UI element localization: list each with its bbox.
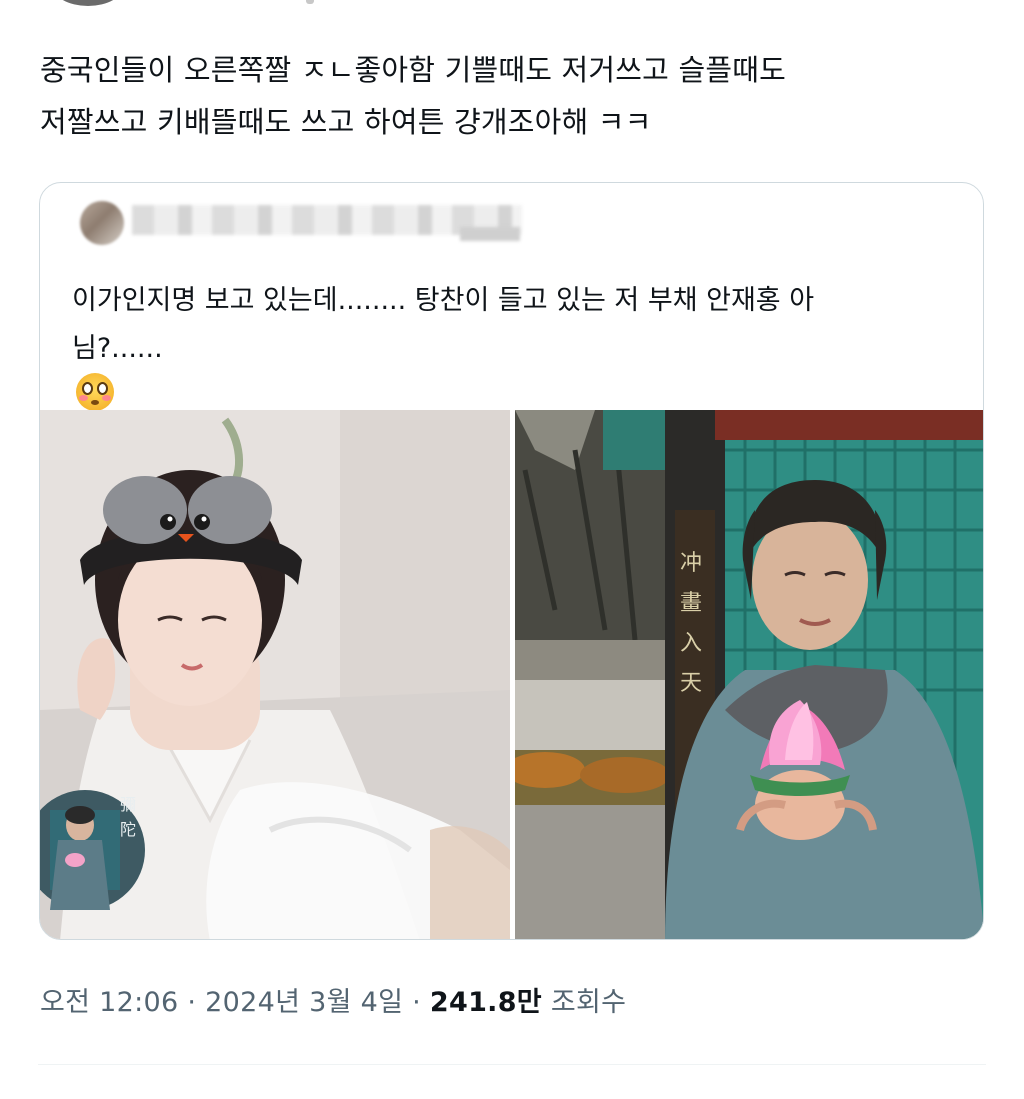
svg-text:畫: 畫 — [680, 591, 702, 616]
author-avatar[interactable] — [52, 0, 124, 6]
tweet-text-line: 저짤쓰고 키배뜰때도 쓰고 하여튼 걍개조아해 ㅋㅋ — [40, 105, 652, 139]
tweet-timestamp[interactable]: 오전 12:06 · 2024년 3월 4일 · 241.8만 조회수 — [40, 980, 626, 1019]
svg-text:天: 天 — [680, 671, 702, 696]
quoted-author-handle-blurred — [460, 227, 520, 241]
svg-text:冲: 冲 — [680, 551, 702, 576]
view-count: 241.8만 — [429, 987, 542, 1018]
tweet-time[interactable]: 오전 12:06 — [40, 987, 178, 1018]
quoted-author-avatar-blurred[interactable] — [80, 201, 124, 245]
svg-text:入: 入 — [680, 631, 702, 656]
tweet-text-line: 중국인들이 오른쪽짤 ㅈㄴ좋아함 기쁠때도 저거쓰고 슬플때도 — [40, 53, 786, 87]
svg-text:彌: 彌 — [120, 795, 136, 814]
separator-dot: · — [412, 987, 421, 1018]
quoted-tweet-header — [40, 183, 983, 253]
quoted-tweet-card[interactable]: 이가인지명 보고 있는데........ 탕찬이 들고 있는 저 부채 안재홍 … — [39, 182, 984, 940]
lotus-monk-photo[interactable]: 冲 畫 入 天 — [515, 410, 983, 939]
separator-dot: · — [187, 987, 197, 1018]
view-count-label: 조회수 — [550, 987, 627, 1018]
drama-still-photo[interactable]: 彌 陀 — [40, 410, 510, 939]
tweet-date[interactable]: 2024년 3월 4일 — [205, 987, 403, 1018]
tweet-text: 중국인들이 오른쪽짤 ㅈㄴ좋아함 기쁠때도 저거쓰고 슬플때도 저짤쓰고 키배뜰… — [40, 44, 990, 148]
svg-text:陀: 陀 — [120, 820, 136, 839]
quoted-text-line: 이가인지명 보고 있는데........ 탕찬이 들고 있는 저 부채 안재홍 … — [72, 285, 815, 316]
divider — [38, 1064, 986, 1065]
flushed-face-icon — [76, 373, 114, 411]
author-name-fragment — [306, 0, 314, 4]
